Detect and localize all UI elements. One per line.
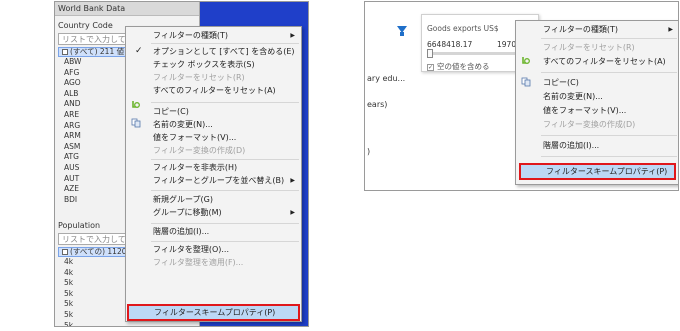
menu-separator [151,102,299,103]
menu-item-sort-filters-groups[interactable]: フィルターとグループを並べ替え(B) ▶ [126,174,301,187]
menu-separator [541,135,677,136]
menu-separator [151,159,299,160]
funnel-icon-stem [400,32,404,36]
menu-item-filter-scheme-properties[interactable]: フィルタースキームプロパティ(P) [127,304,300,321]
menu-item-reset-all-filters[interactable]: すべてのフィルターをリセット(A) [126,84,301,97]
checkmark-icon: ✓ [135,46,143,56]
menu-separator [151,223,299,224]
menu-separator [151,190,299,191]
range-min-value: 6648418.17 [427,40,473,49]
menu-item-reset-filter: フィルターをリセット(R) [153,73,245,82]
checkbox-icon[interactable] [62,49,68,55]
menu-separator [541,72,677,73]
menu-separator [151,241,299,242]
checkmark-icon[interactable]: ✓ [427,63,434,71]
checkbox-icon[interactable] [62,249,68,255]
menu-item-rename[interactable]: 名前の変更(N)... [126,118,301,131]
submenu-arrow-icon: ▶ [290,209,295,216]
menu-item-filter-scheme-properties[interactable]: フィルタースキームプロパティ(P) [519,163,676,180]
menu-separator [541,38,677,39]
menu-separator [541,156,677,157]
menu-item-include-all[interactable]: ✓ オプションとして [すべて] を含める(E) [126,45,301,58]
menu-item-apply-filter-organize: フィルタ整理を適用(F)... [153,258,244,267]
menu-item-new-group[interactable]: 新規グループ(G) [126,193,301,206]
menu-item-filter-type[interactable]: フィルターの種類(T) ▶ [126,29,301,42]
menu-item-copy[interactable]: コピー(C) [516,76,678,89]
goods-exports-title: Goods exports US$ [427,24,499,33]
menu-separator [151,43,299,44]
left-screenshot: World Bank Data Country Code リストで入力して (す… [54,1,309,327]
menu-item-move-to-group[interactable]: グループに移動(M) ▶ [126,206,301,219]
submenu-arrow-icon: ▶ [290,177,295,184]
menu-item-organize-filters[interactable]: フィルタを整理(O)... [126,243,301,256]
include-empty-checkbox[interactable]: ✓ 空の値を含める [427,61,490,72]
menu-item-hide-filter[interactable]: フィルターを非表示(H) [126,161,301,174]
menu-item-format-values[interactable]: 値をフォーマット(V)... [126,131,301,144]
background-text: ears) [367,100,388,109]
slider-handle[interactable] [427,49,433,58]
menu-item-create-transform: フィルター変換の作成(D) [153,146,246,155]
menu-item-show-checkboxes[interactable]: チェック ボックスを表示(S) [126,58,301,71]
menu-item-reset-filter: フィルターをリセット(R) [543,43,635,52]
menu-item-format-values[interactable]: 値をフォーマット(V)... [516,104,678,117]
context-menu: フィルターの種類(T) ▶ フィルターをリセット(R) すべてのフィルターをリセッ… [515,20,678,185]
menu-item-reset-all-filters[interactable]: すべてのフィルターをリセット(A) [516,55,678,68]
menu-item-create-transform: フィルター変換の作成(D) [543,120,636,129]
menu-item-add-hierarchy[interactable]: 階層の追加(I)... [516,139,678,152]
submenu-arrow-icon: ▶ [290,32,295,39]
background-text: ) [367,147,371,156]
context-menu: フィルターの種類(T) ▶ ✓ オプションとして [すべて] を含める(E) チェッ… [125,26,302,322]
menu-item-rename[interactable]: 名前の変更(N)... [516,90,678,103]
menu-item-copy[interactable]: コピー(C) [126,105,301,118]
background-text: ary edu... [367,74,406,83]
menu-item-add-hierarchy[interactable]: 階層の追加(I)... [126,225,301,238]
filter-panel-title: World Bank Data [55,2,199,16]
right-screenshot: ary edu... ears) ) Goods exports US$ 664… [364,1,679,191]
menu-item-filter-type[interactable]: フィルターの種類(T) ▶ [516,23,678,36]
submenu-arrow-icon: ▶ [668,26,673,33]
